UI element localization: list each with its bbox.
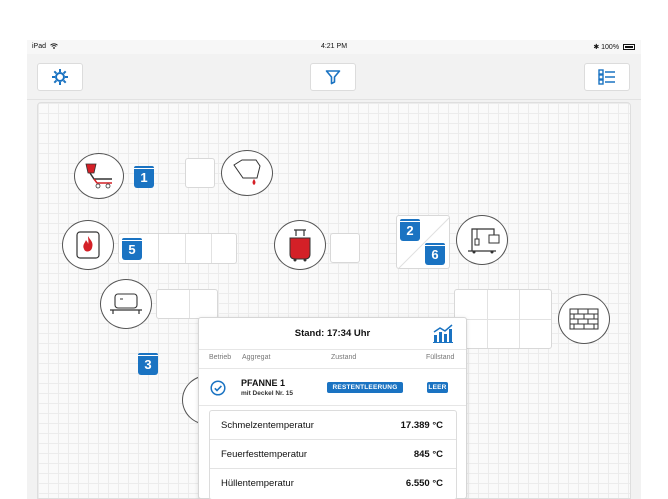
status-bar: iPad 4:21 PM ✱ 100% — [27, 40, 641, 54]
battery-percent: 100% — [601, 44, 620, 51]
empty-slot[interactable] — [330, 233, 360, 263]
unit-lid: mit Deckel Nr. 15 — [241, 390, 294, 397]
bricks-icon — [569, 308, 599, 330]
ipad-screen: iPad 4:21 PM ✱ 100% 1 5 2 6 3 Stand: 17:… — [27, 40, 641, 499]
fill-badge: LEER — [427, 382, 448, 393]
unit-badge-5[interactable]: 5 — [122, 238, 142, 260]
unit-slots-repair[interactable] — [454, 289, 552, 349]
tank-car-icon — [110, 293, 142, 314]
unit-badge-2[interactable]: 2 — [400, 219, 420, 241]
unit-detail-panel: Stand: 17:34 Uhr Betrieb Aggregat Zustan… — [198, 317, 467, 499]
unit-row[interactable]: PFANNE 1 mit Deckel Nr. 15 RESTENTLEERUN… — [199, 368, 466, 406]
station-bricks[interactable] — [558, 294, 610, 344]
list-icon — [598, 69, 615, 85]
station-tank-car[interactable] — [100, 279, 152, 329]
station-fire-ladle[interactable] — [62, 220, 114, 270]
clock: 4:21 PM — [320, 43, 348, 50]
drip-icon — [233, 159, 261, 185]
col-fill: Füllstand — [426, 354, 455, 361]
bluetooth-icon: ✱ — [593, 44, 600, 51]
station-drip[interactable] — [221, 150, 273, 196]
chart-icon — [433, 324, 453, 343]
check-circle-icon — [210, 380, 226, 396]
col-unit: Aggregat — [242, 354, 271, 361]
unit-badge-6[interactable]: 6 — [425, 243, 445, 265]
chart-button[interactable] — [432, 323, 454, 348]
toolbar — [27, 54, 641, 100]
gear-icon — [52, 69, 68, 85]
unit-slots-tank[interactable] — [156, 289, 218, 319]
unit-name: PFANNE 1 — [241, 378, 286, 388]
station-crane[interactable] — [456, 215, 508, 265]
ladle-pour-icon — [85, 163, 112, 189]
temp-row: Feuerfesttemperatur 845 °C — [210, 440, 456, 469]
unit-badge-3[interactable]: 3 — [138, 353, 158, 375]
station-pour[interactable] — [74, 153, 124, 199]
fire-ladle-icon — [76, 231, 100, 259]
red-ladle-icon — [289, 229, 311, 262]
temp-row: Schmelzentemperatur 17.389 °C — [210, 411, 456, 440]
empty-slot[interactable] — [185, 158, 215, 188]
unit-badge-1[interactable]: 1 — [134, 166, 154, 188]
state-badge: RESTENTLEERUNG — [327, 382, 403, 393]
filter-button[interactable] — [310, 63, 356, 91]
col-state: Zustand — [331, 354, 357, 361]
battery-icon — [623, 44, 635, 50]
crane-icon — [468, 228, 500, 254]
settings-button[interactable] — [37, 63, 83, 91]
status-time: Stand: 17:34 Uhr — [294, 328, 371, 339]
temp-row: Hüllentemperatur 6.550 °C — [221, 478, 443, 489]
station-red-ladle[interactable] — [274, 220, 326, 270]
list-view-button[interactable] — [584, 63, 630, 91]
filter-icon — [325, 70, 341, 85]
col-operation: Betrieb — [209, 354, 232, 361]
temperature-list: Schmelzentemperatur 17.389 °C Feuerfestt… — [209, 410, 457, 499]
